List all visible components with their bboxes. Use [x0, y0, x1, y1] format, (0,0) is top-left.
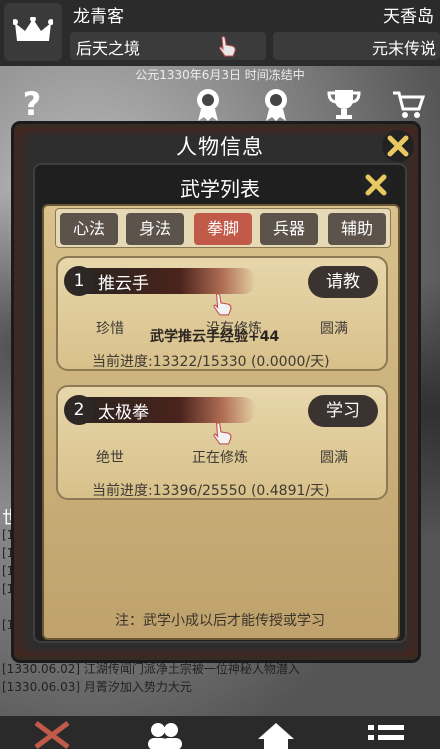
nav-home-button[interactable]	[254, 720, 298, 749]
avatar[interactable]	[4, 3, 62, 61]
category-tabs: 心法 身法 拳脚 兵器 辅助	[55, 208, 391, 248]
medal-icon	[265, 89, 287, 121]
era-field[interactable]: 元末传说	[273, 32, 440, 60]
log-line: [1330.06.03] 月菁汐加入势力大元	[2, 680, 192, 694]
close-character-info-button[interactable]	[382, 130, 414, 162]
consult-button[interactable]: 请教	[308, 266, 378, 298]
skill-card[interactable]: 2 太极拳 学习 绝世 正在修炼 圆满 当前进度:13396/25550 (0.…	[56, 385, 388, 500]
realm-label: 后天之境	[76, 39, 141, 58]
skill-status: 正在修炼	[192, 450, 248, 466]
skill-index: 1	[64, 266, 94, 296]
top-bar: 龙青客 天香岛 后天之境 元末传说	[0, 0, 440, 66]
help-button[interactable]: ?	[12, 84, 52, 124]
date-status: 公元1330年6月3日 时间冻结中	[135, 68, 305, 82]
character-info-title: 人物信息	[176, 135, 264, 159]
skill-progress: 当前进度:13396/25550 (0.4891/天)	[92, 483, 330, 499]
shop-button[interactable]	[388, 84, 428, 124]
skill-level: 圆满	[320, 321, 348, 337]
question-icon: ?	[22, 85, 42, 123]
player-name: 龙青客	[73, 7, 124, 27]
nav-people-button[interactable]	[142, 720, 186, 749]
cart-icon	[393, 91, 425, 118]
pointer-hand-icon	[213, 293, 232, 316]
skill-name: 太极拳	[98, 403, 149, 423]
people-icon	[148, 723, 182, 749]
skill-progress: 当前进度:13322/15330 (0.0000/天)	[92, 354, 330, 370]
log-line: [1330.06.02] 江湖传闻门派净土宗被一位神秘人物潜入	[2, 662, 300, 676]
achievement-button-1[interactable]	[188, 84, 228, 124]
realm-field[interactable]: 后天之境	[70, 32, 266, 60]
tab-bingqi[interactable]: 兵器	[260, 213, 318, 245]
crown-icon	[13, 17, 53, 41]
experience-gain-text: 武学推云手经验+44	[150, 329, 280, 345]
list-icon	[368, 725, 404, 740]
skill-grade: 绝世	[96, 450, 124, 466]
skill-card[interactable]: 1 推云手 请教 珍惜 没有修炼 圆满 当前进度:13322/15330 (0.…	[56, 256, 388, 371]
tab-xinfa[interactable]: 心法	[60, 213, 118, 245]
tab-quanjiao[interactable]: 拳脚	[194, 213, 252, 245]
pointer-hand-icon	[213, 422, 232, 445]
medal-icon	[197, 89, 219, 121]
trophy-icon	[327, 90, 361, 119]
skill-index: 2	[64, 395, 94, 425]
skill-level: 圆满	[320, 450, 348, 466]
close-icon	[365, 174, 387, 196]
skill-name: 推云手	[98, 274, 149, 294]
pointer-hand-icon	[219, 36, 236, 57]
location-name[interactable]: 天香岛	[383, 2, 434, 27]
close-icon	[387, 135, 409, 157]
close-martial-arts-button[interactable]	[360, 169, 392, 201]
tab-fuzhu[interactable]: 辅助	[328, 213, 386, 245]
home-icon	[258, 723, 294, 749]
nav-menu-button[interactable]	[364, 720, 408, 749]
footnote: 注：武学小成以后才能传授或学习	[115, 613, 325, 629]
learn-button[interactable]: 学习	[308, 395, 378, 427]
ranking-button[interactable]	[324, 84, 364, 124]
skill-grade: 珍惜	[96, 321, 124, 337]
tab-shenfa[interactable]: 身法	[126, 213, 184, 245]
bottom-nav	[0, 716, 440, 749]
achievement-button-2[interactable]	[256, 84, 296, 124]
top-icon-row: ?	[0, 84, 440, 126]
crossed-swords-icon	[34, 721, 70, 749]
nav-swords-button[interactable]	[30, 720, 74, 749]
